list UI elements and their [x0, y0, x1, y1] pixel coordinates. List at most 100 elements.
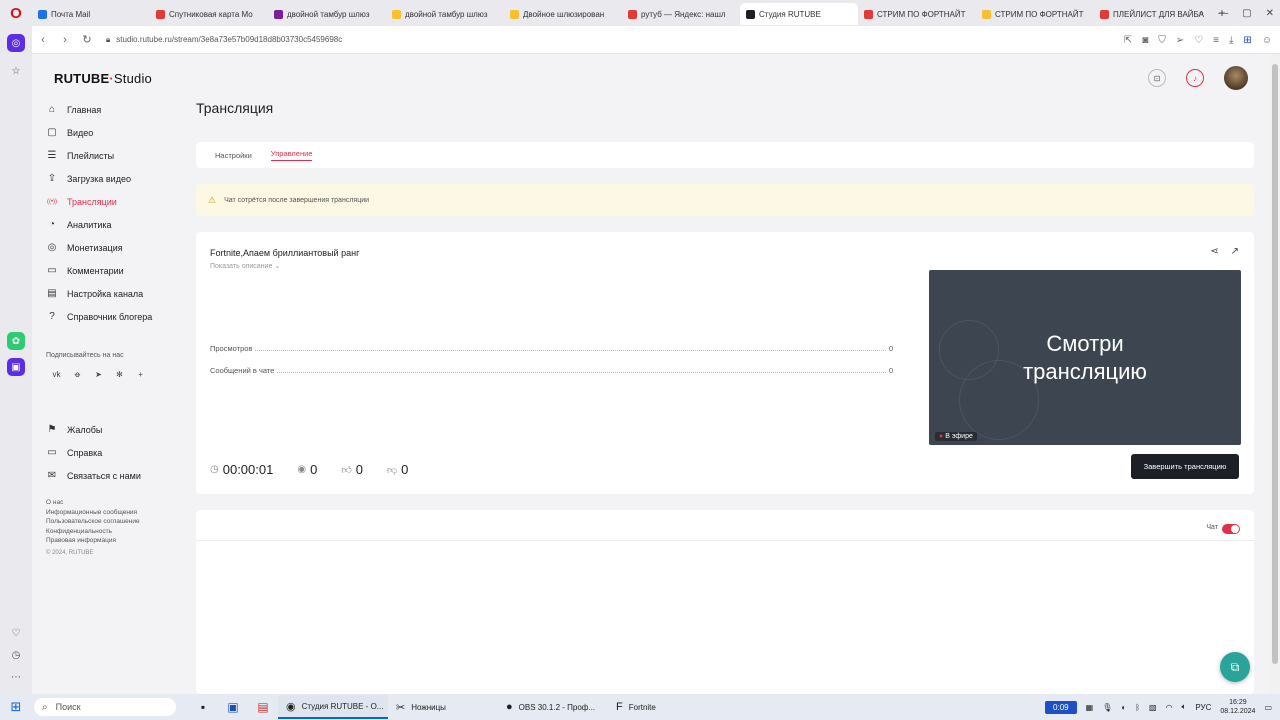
- sidebar-item[interactable]: ☰ Плейлисты: [46, 144, 186, 167]
- heart-icon[interactable]: ♡: [7, 624, 25, 642]
- menu-icon[interactable]: ≡: [1213, 35, 1219, 46]
- browser-tab[interactable]: СТРИМ ПО ФОРТНАЙТ: [976, 3, 1094, 25]
- shield-icon[interactable]: ⛉: [1158, 35, 1166, 46]
- sidebar-item[interactable]: ✉ Связаться с нами: [46, 464, 186, 487]
- browser-tab[interactable]: Студия RUTUBE: [740, 3, 858, 25]
- url-field[interactable]: 🔒︎ studio.rutube.ru/stream/3e8a73e57b09d…: [106, 35, 342, 45]
- browser-tab[interactable]: двойной тамбур шлюз: [386, 3, 504, 25]
- browser-tab[interactable]: рутуб — Яндекс: нашл: [622, 3, 740, 25]
- dzen-icon[interactable]: ✻: [109, 370, 130, 384]
- volume-icon[interactable]: 🔈︎: [1182, 702, 1187, 712]
- browser-tab[interactable]: ПЛЕЙЛИСТ ДЛЯ ВАЙБА: [1094, 3, 1212, 25]
- bluetooth-icon[interactable]: ᛒ: [1135, 703, 1140, 712]
- share-icon[interactable]: ⇱: [1124, 35, 1132, 46]
- sidebar-item[interactable]: ((•)) Трансляции: [46, 190, 186, 213]
- sidebar-secondary-nav: ⚑ Жалобы ▭ Справка ✉ Связаться с нами: [46, 418, 186, 487]
- wifi-icon[interactable]: ◠: [1166, 703, 1173, 712]
- footer-link[interactable]: Правовая информация: [46, 536, 140, 546]
- windows-start-icon[interactable]: ⊞: [0, 699, 32, 715]
- forward-icon[interactable]: ›: [54, 34, 76, 46]
- footer-link[interactable]: Конфиденциальность: [46, 527, 140, 537]
- sidebar-item[interactable]: ▤ Настройка канала: [46, 282, 186, 305]
- taskbar-app[interactable]: ✂ Ножницы: [388, 695, 498, 719]
- download-icon[interactable]: ⤓: [1229, 35, 1233, 46]
- telegram-icon[interactable]: ➤: [88, 370, 109, 384]
- send-icon[interactable]: ➢: [1176, 35, 1184, 46]
- language-indicator[interactable]: РУС: [1195, 703, 1211, 712]
- sidebar-item[interactable]: ? Справочник блогера: [46, 305, 186, 328]
- footer-link[interactable]: О нас: [46, 498, 140, 508]
- end-stream-button[interactable]: Завершить трансляцию: [1131, 454, 1239, 479]
- tab-settings[interactable]: Настройки: [215, 151, 252, 160]
- recording-time[interactable]: 0:09: [1045, 700, 1077, 714]
- tab-management[interactable]: Управление: [270, 149, 313, 161]
- page-scrollbar[interactable]: [1270, 54, 1280, 694]
- footer-link[interactable]: Пользовательское соглашение: [46, 517, 140, 527]
- sidebar-item-label: Трансляции: [67, 196, 117, 207]
- nav-icon: ▤: [47, 288, 57, 299]
- save-app-icon[interactable]: ▣: [218, 700, 248, 714]
- browser-tab[interactable]: СТРИМ ПО ФОРТНАЙТ: [858, 3, 976, 25]
- pdf-app-icon[interactable]: ▤: [248, 700, 278, 714]
- header-actions: ⊡ ♪: [1148, 66, 1248, 90]
- taskbar-app[interactable]: ● OBS 30.1.2 - Проф...: [498, 695, 608, 719]
- back-icon[interactable]: ‹: [32, 34, 54, 46]
- browser-tab[interactable]: двойной тамбур шлюз: [268, 3, 386, 25]
- footer-link[interactable]: Информационные сообщения: [46, 508, 140, 518]
- browser-tab[interactable]: Двойное шлюзирован: [504, 3, 622, 25]
- aria-icon[interactable]: ◎: [7, 34, 25, 52]
- star-icon[interactable]: ☆: [7, 62, 25, 80]
- profile-icon[interactable]: ☺: [1262, 35, 1272, 46]
- taskbar-app[interactable]: F Fortnite: [608, 695, 718, 719]
- scrollbar-thumb[interactable]: [1272, 64, 1278, 664]
- notification-bell-icon[interactable]: ♪: [1186, 69, 1204, 87]
- camera-icon[interactable]: ◙: [1142, 35, 1148, 46]
- tray-icon[interactable]: ▧: [1149, 703, 1157, 712]
- avatar[interactable]: [1224, 66, 1248, 90]
- cart-icon[interactable]: ⊞: [1243, 35, 1251, 46]
- tray-icon[interactable]: ▦: [1086, 703, 1094, 712]
- likes-value: 0: [355, 462, 363, 477]
- search-tabs-icon[interactable]: ⌕: [1199, 8, 1205, 19]
- reload-icon[interactable]: ↻: [76, 33, 98, 46]
- ok-icon[interactable]: ꝋ: [67, 370, 88, 384]
- share-icon[interactable]: ⋖: [1210, 246, 1218, 257]
- tray-icon[interactable]: ◐: [1121, 703, 1126, 712]
- browser-tab[interactable]: Спутниковая карта Мо: [150, 3, 268, 25]
- plus-icon[interactable]: +: [130, 370, 151, 384]
- sidebar-item[interactable]: ⇪ Загрузка видео: [46, 167, 186, 190]
- external-link-icon[interactable]: ↗: [1231, 246, 1239, 257]
- sidebar-item-label: Жалобы: [67, 424, 103, 435]
- browser-tab[interactable]: Почта Mail: [32, 3, 150, 25]
- help-chat-button[interactable]: ⧉: [1220, 652, 1250, 682]
- heart-icon[interactable]: ♡: [1194, 35, 1203, 46]
- show-description-link[interactable]: Показать описание ⌄: [210, 262, 280, 270]
- opera-logo-icon[interactable]: O: [0, 0, 32, 26]
- sidebar-item[interactable]: ⌂ Главная: [46, 98, 186, 121]
- history-icon[interactable]: ◷: [7, 646, 25, 664]
- notifications-icon[interactable]: ▭: [1264, 703, 1272, 712]
- sidebar-item[interactable]: ▭ Комментарии: [46, 259, 186, 282]
- close-icon[interactable]: ✕: [1266, 8, 1274, 19]
- maximize-icon[interactable]: ▢: [1242, 8, 1251, 19]
- warning-icon: ⚠: [208, 194, 217, 205]
- stream-preview[interactable]: Смотри трансляцию ● В эфире: [929, 270, 1241, 445]
- taskbar-search[interactable]: ⌕ Поиск: [34, 698, 176, 716]
- taskbar-app[interactable]: ◉ Студия RUTUBE - O...: [278, 695, 388, 719]
- chatgpt-icon[interactable]: ✿: [7, 332, 25, 350]
- rutube-studio-logo[interactable]: RUTUBE·Studio: [54, 71, 152, 86]
- clock[interactable]: 16:29 08.12.2024: [1220, 698, 1255, 716]
- task-view-icon[interactable]: ▪: [188, 700, 218, 714]
- sidebar-item[interactable]: ⚑ Жалобы: [46, 418, 186, 441]
- app-icon[interactable]: ▣: [7, 358, 25, 376]
- more-icon[interactable]: ⋯: [7, 668, 25, 686]
- chat-toggle[interactable]: [1222, 524, 1240, 534]
- upload-icon[interactable]: ⊡: [1148, 69, 1166, 87]
- sidebar-item[interactable]: ◔ Аналитика: [46, 213, 186, 236]
- sidebar-item[interactable]: ▭ Справка: [46, 441, 186, 464]
- sidebar-item[interactable]: ◎ Монетизация: [46, 236, 186, 259]
- vk-icon[interactable]: vk: [46, 370, 67, 384]
- mic-icon[interactable]: 🎙︎: [1102, 703, 1112, 712]
- minimize-icon[interactable]: —: [1218, 8, 1228, 19]
- sidebar-item[interactable]: ▢ Видео: [46, 121, 186, 144]
